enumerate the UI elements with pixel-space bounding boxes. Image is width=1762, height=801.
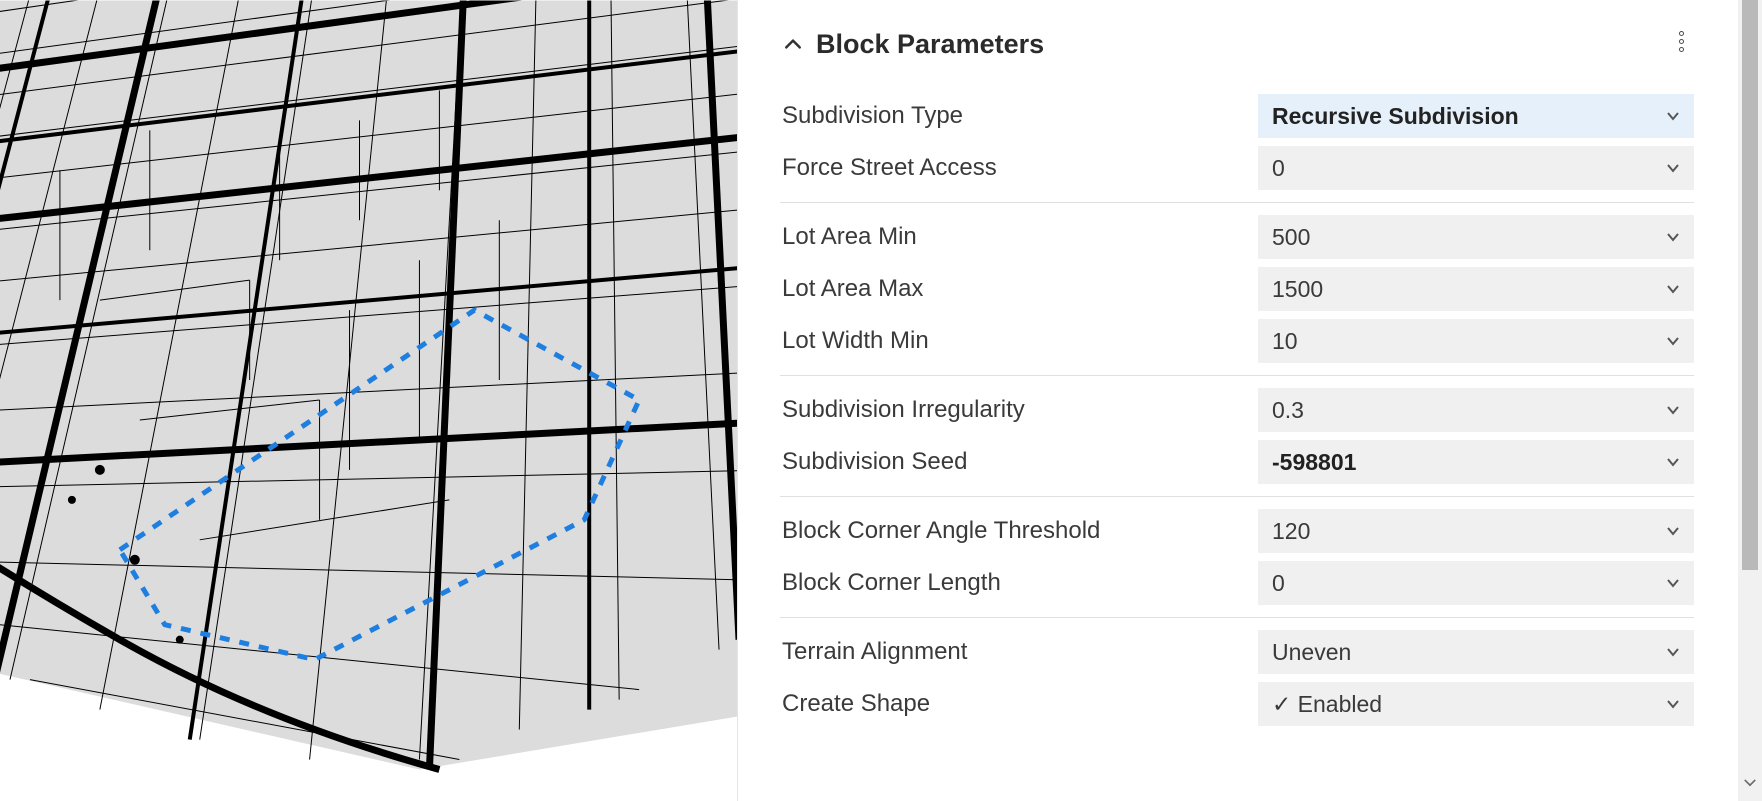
param-value[interactable]: Recursive Subdivision (1258, 94, 1694, 138)
param-value[interactable]: 500 (1258, 215, 1694, 259)
param-value-text: -598801 (1272, 449, 1356, 476)
inspector-panel: Block Parameters Subdivision Type Recursi… (738, 0, 1738, 801)
chevron-down-icon[interactable] (1664, 453, 1682, 471)
param-value-text: Uneven (1272, 639, 1351, 666)
chevron-down-icon[interactable] (1664, 401, 1682, 419)
param-label: Subdivision Irregularity (780, 396, 1258, 424)
panel-title: Block Parameters (816, 29, 1044, 60)
param-row: Lot Area Min 500 (780, 211, 1694, 263)
param-label: Force Street Access (780, 154, 1258, 182)
scrollbar-thumb[interactable] (1742, 0, 1758, 570)
param-label: Create Shape (780, 690, 1258, 718)
scroll-down-icon[interactable] (1738, 773, 1762, 795)
param-value-text: 0 (1272, 155, 1285, 182)
kebab-menu-icon[interactable] (1670, 26, 1692, 56)
param-value[interactable]: 0 (1258, 561, 1694, 605)
param-group: Block Corner Angle Threshold120Block Cor… (780, 505, 1694, 618)
param-value-text: 0 (1272, 570, 1285, 597)
chevron-down-icon[interactable] (1664, 574, 1682, 592)
scrollbar[interactable] (1738, 0, 1762, 801)
chevron-down-icon[interactable] (1664, 332, 1682, 350)
param-group: Subdivision Irregularity 0.3 Subdivision S… (780, 384, 1694, 497)
param-label: Subdivision Type (780, 102, 1258, 130)
param-row: Terrain Alignment Uneven (780, 626, 1694, 678)
param-row: Create Shape ✓ Enabled (780, 678, 1694, 730)
inspector-panel-wrap: Block Parameters Subdivision Type Recursi… (738, 0, 1762, 801)
param-row: Block Corner Length 0 (780, 557, 1694, 609)
viewport-3d[interactable] (0, 0, 738, 801)
param-value[interactable]: ✓ Enabled (1258, 682, 1694, 726)
param-label: Lot Area Max (780, 275, 1258, 303)
chevron-down-icon[interactable] (1664, 228, 1682, 246)
param-row: Subdivision Type Recursive Subdivision (780, 90, 1694, 142)
param-label: Lot Width Min (780, 327, 1258, 355)
param-row: Lot Area Max 1500 (780, 263, 1694, 315)
param-row: Force Street Access 0 (780, 142, 1694, 194)
param-label: Block Corner Angle Threshold (780, 517, 1258, 545)
param-label: Lot Area Min (780, 223, 1258, 251)
param-value-text: 120 (1272, 518, 1310, 545)
chevron-down-icon[interactable] (1664, 280, 1682, 298)
param-label: Terrain Alignment (780, 638, 1258, 666)
collapse-icon[interactable] (780, 31, 806, 57)
parameter-list: Subdivision Type Recursive Subdivision For… (780, 90, 1738, 738)
param-value[interactable]: Uneven (1258, 630, 1694, 674)
param-group: Terrain Alignment Uneven Create Shape ✓ Ena… (780, 626, 1694, 738)
param-value-text: 500 (1272, 224, 1310, 251)
param-group: Subdivision Type Recursive Subdivision For… (780, 90, 1694, 203)
param-value[interactable]: 0 (1258, 146, 1694, 190)
panel-header: Block Parameters (780, 20, 1738, 68)
param-group: Lot Area Min 500 Lot Area Max 1500 Lot Width… (780, 211, 1694, 376)
param-value-text: 0.3 (1272, 397, 1304, 424)
param-value-text: 1500 (1272, 276, 1323, 303)
param-row: Lot Width Min 10 (780, 315, 1694, 367)
param-row: Subdivision Seed -598801 (780, 436, 1694, 488)
chevron-down-icon[interactable] (1664, 159, 1682, 177)
param-value[interactable]: -598801 (1258, 440, 1694, 484)
param-value[interactable]: 120 (1258, 509, 1694, 553)
param-value[interactable]: 1500 (1258, 267, 1694, 311)
param-label: Block Corner Length (780, 569, 1258, 597)
chevron-down-icon[interactable] (1664, 522, 1682, 540)
app-root: Block Parameters Subdivision Type Recursi… (0, 0, 1762, 801)
param-label: Subdivision Seed (780, 448, 1258, 476)
param-row: Subdivision Irregularity 0.3 (780, 384, 1694, 436)
param-value-text: 10 (1272, 328, 1298, 355)
param-value-text: ✓ Enabled (1272, 691, 1382, 718)
chevron-down-icon[interactable] (1664, 643, 1682, 661)
chevron-down-icon[interactable] (1664, 695, 1682, 713)
param-value-text: Recursive Subdivision (1272, 103, 1519, 130)
chevron-down-icon[interactable] (1664, 107, 1682, 125)
param-row: Block Corner Angle Threshold 120 (780, 505, 1694, 557)
param-value[interactable]: 10 (1258, 319, 1694, 363)
param-value[interactable]: 0.3 (1258, 388, 1694, 432)
